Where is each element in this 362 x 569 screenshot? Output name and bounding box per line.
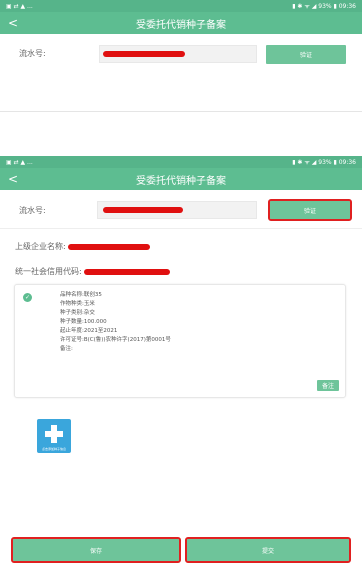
seed-crop-type: 作物种类:玉米 <box>60 301 95 307</box>
verify-button[interactable]: 验证 <box>268 199 352 221</box>
check-circle-icon: ✓ <box>23 293 32 302</box>
serial-label: 流水号: <box>19 49 46 58</box>
credit-row: 统一社会信用代码: <box>15 266 82 277</box>
save-button[interactable]: 保存 <box>11 537 181 563</box>
company-row: 上级企业名称: <box>15 241 66 252</box>
page-title: 受委托代销种子备案 <box>136 175 226 187</box>
serial-row: 流水号: <box>19 48 46 59</box>
company-label: 上级企业名称: <box>15 242 66 251</box>
verify-button[interactable]: 验证 <box>266 45 346 64</box>
redacted-credit-code <box>84 269 170 275</box>
redacted-serial-value <box>103 51 185 57</box>
title-bar: < 受委托代销种子备案 <box>0 12 362 34</box>
status-bar: ▣ ⇄ ▲ ... ▮ ✱ ᯤ ◢ 93% ▮ 09:36 <box>0 156 362 168</box>
back-chevron-icon[interactable]: < <box>8 12 18 34</box>
serial-label: 流水号: <box>19 206 46 215</box>
status-left-icons: ▣ ⇄ ▲ ... <box>6 158 33 166</box>
redacted-company-name <box>68 244 150 250</box>
serial-row: 流水号: <box>19 205 46 216</box>
seed-year-range: 起止年度:2021至2021 <box>60 328 118 334</box>
seed-info-lines: 品种名称:联创35 作物种类:玉米 种子类别:杂交 种子数量:100.000 起… <box>60 291 171 354</box>
status-right-indicators: ▮ ✱ ᯤ ◢ 93% ▮ 09:36 <box>292 159 356 166</box>
status-bar: ▣ ⇄ ▲ ... ▮ ✱ ᯤ ◢ 93% ▮ 09:36 <box>0 0 362 12</box>
divider <box>0 228 362 229</box>
add-seed-button[interactable]: 点击添加种子信息 <box>37 419 71 453</box>
status-right-indicators: ▮ ✱ ᯤ ◢ 93% ▮ 09:36 <box>292 3 356 10</box>
add-seed-caption: 点击添加种子信息 <box>41 447 66 451</box>
back-chevron-icon[interactable]: < <box>8 168 18 190</box>
page-title: 受委托代销种子备案 <box>136 19 226 31</box>
title-bar: < 受委托代销种子备案 <box>0 168 362 190</box>
seed-remark: 备注: <box>60 346 73 352</box>
screenshot-filled-form: ▣ ⇄ ▲ ... ▮ ✱ ᯤ ◢ 93% ▮ 09:36 < 受委托代销种子备… <box>0 156 362 569</box>
seed-quantity: 种子数量:100.000 <box>60 319 107 325</box>
remark-button[interactable]: 备注 <box>317 380 339 391</box>
seed-info-card[interactable]: ✓ 品种名称:联创35 作物种类:玉米 种子类别:杂交 种子数量:100.000… <box>14 284 346 398</box>
seed-license-number: 许可证号:B(C(鲁))农种许字(2017)第0001号 <box>60 337 171 343</box>
redacted-serial-value <box>103 207 183 213</box>
credit-code-label: 统一社会信用代码: <box>15 267 82 276</box>
plus-icon-bar <box>45 431 63 437</box>
seed-category: 种子类别:杂交 <box>60 310 95 316</box>
seed-variety-name: 品种名称:联创35 <box>60 292 102 298</box>
submit-button[interactable]: 提交 <box>185 537 351 563</box>
screenshot-verify-step: ▣ ⇄ ▲ ... ▮ ✱ ᯤ ◢ 93% ▮ 09:36 < 受委托代销种子备… <box>0 0 362 112</box>
status-left-icons: ▣ ⇄ ▲ ... <box>6 2 33 10</box>
